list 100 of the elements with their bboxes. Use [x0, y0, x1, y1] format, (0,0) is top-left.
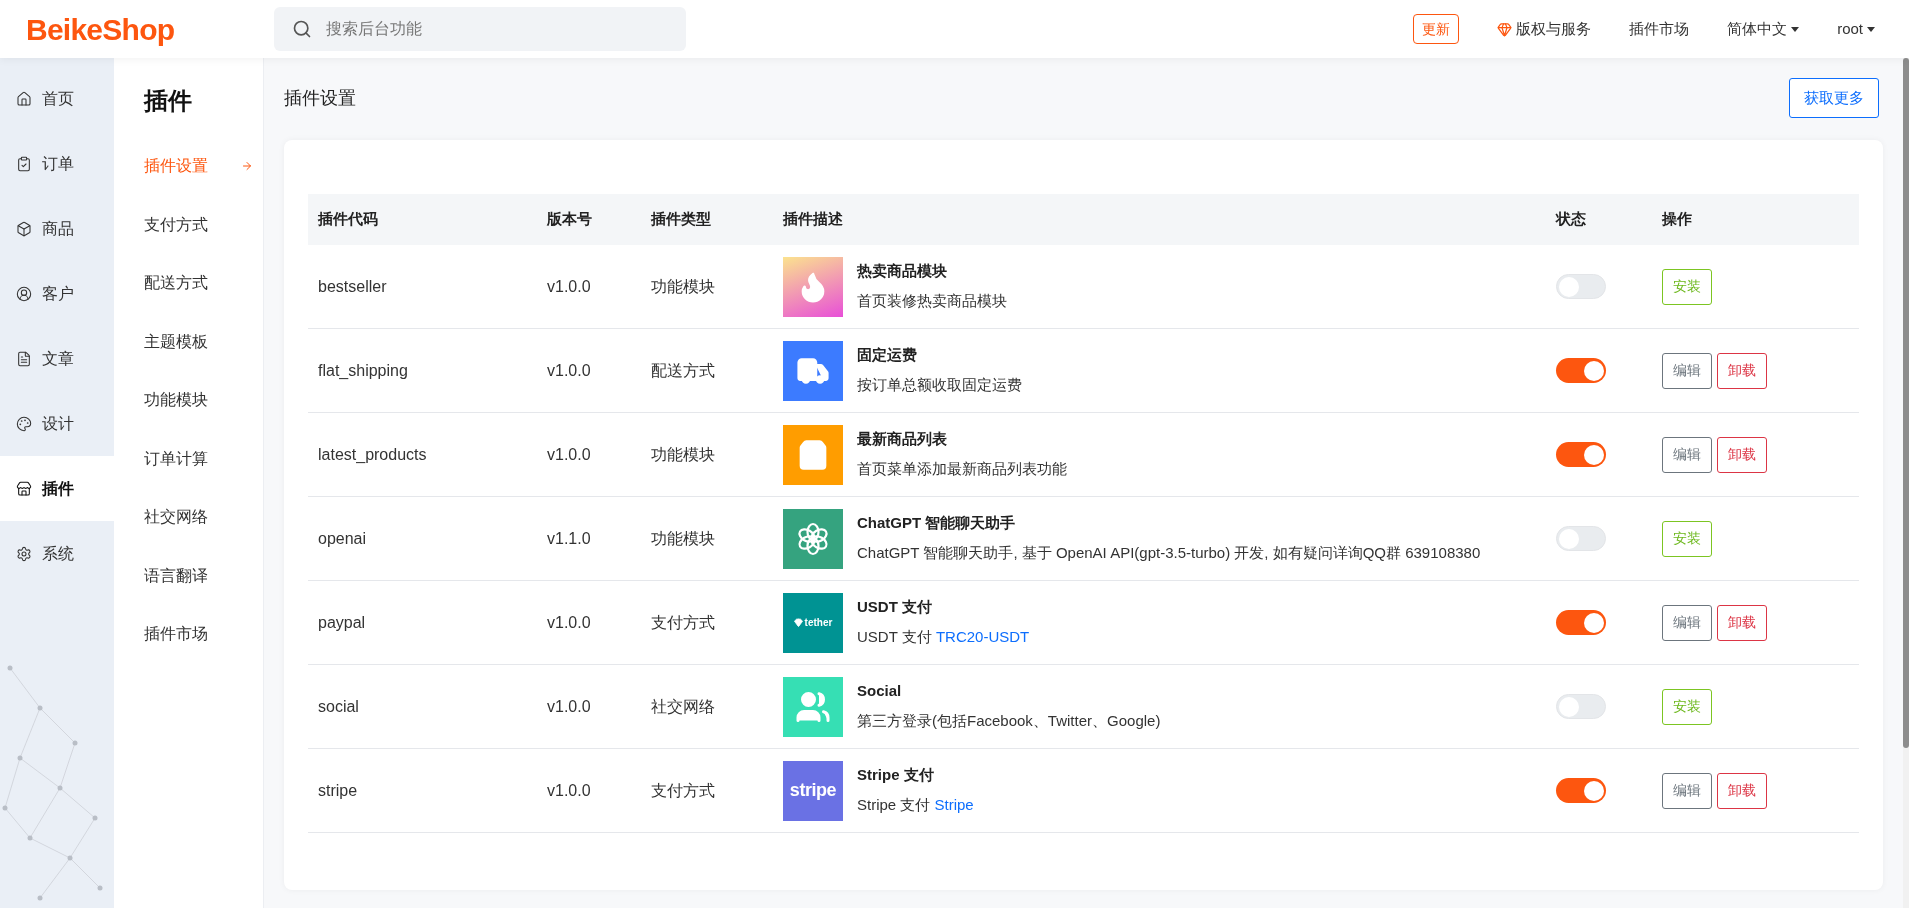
uninstall-button[interactable]: 卸载	[1717, 604, 1767, 641]
submenu-item[interactable]: 订单计算	[144, 429, 253, 488]
sidebar-item[interactable]: 设计	[0, 391, 114, 456]
clipboard-icon	[16, 155, 32, 172]
dropdown-button[interactable]: 简体中文	[1727, 17, 1800, 41]
status-toggle[interactable]	[1556, 358, 1606, 383]
table-cell-text: 配送方式	[650, 360, 716, 381]
plugin-description: Stripe 支付 Stripe	[857, 794, 974, 815]
edit-button[interactable]: 编辑	[1662, 604, 1712, 641]
header-link[interactable]: 插件市场	[1629, 17, 1690, 41]
submenu-item[interactable]: 主题模板	[144, 312, 253, 371]
status-toggle[interactable]	[1556, 442, 1606, 467]
table-cell-text: v1.0.0	[546, 360, 592, 381]
store-icon	[16, 480, 32, 497]
plugin-logo: stripe	[783, 760, 843, 821]
sidebar-item[interactable]: 商品	[0, 196, 114, 261]
edit-button[interactable]: 编辑	[1662, 436, 1712, 473]
table-cell-text: social	[317, 696, 360, 717]
table-cell-text: v1.1.0	[546, 528, 592, 549]
section-title: 插件	[144, 86, 193, 116]
sidebar-item[interactable]: 系统	[0, 521, 114, 586]
plugin-name: Social	[857, 681, 903, 702]
sidebar-item[interactable]: 插件	[0, 456, 114, 521]
plugin-description: 按订单总额收取固定运费	[857, 374, 1022, 395]
table-cell-text: bestseller	[317, 276, 388, 297]
sidebar-item[interactable]: 订单	[0, 131, 114, 196]
submenu-item[interactable]: 语言翻译	[144, 546, 253, 605]
column-header: 插件类型	[650, 209, 712, 230]
arrow-right-icon	[241, 160, 253, 173]
table-cell-text: 社交网络	[650, 696, 716, 717]
edit-button[interactable]: 编辑	[1662, 772, 1712, 809]
column-header: 状态	[1554, 209, 1587, 230]
table-cell-text: 功能模块	[650, 276, 716, 297]
status-toggle[interactable]	[1556, 778, 1606, 803]
page-title: 插件设置	[284, 86, 356, 110]
user-circle-icon	[16, 285, 32, 302]
table-cell-text: v1.0.0	[546, 696, 592, 717]
search-field[interactable]: 搜索后台功能	[274, 7, 686, 51]
column-header: 插件描述	[782, 209, 844, 230]
table-cell-text: v1.0.0	[546, 612, 592, 633]
description-link[interactable]: Stripe	[934, 795, 974, 813]
dropdown-button[interactable]: root	[1837, 17, 1875, 41]
header-link[interactable]: 版权与服务	[1516, 17, 1592, 41]
submenu-item[interactable]: 插件市场	[144, 605, 253, 664]
plugin-name: Stripe 支付	[857, 765, 935, 786]
status-toggle[interactable]	[1556, 694, 1606, 719]
uninstall-button[interactable]: 卸载	[1717, 772, 1767, 809]
plugin-name: USDT 支付	[857, 597, 933, 618]
plugin-description: 第三方登录(包括Facebook、Twitter、Google)	[857, 710, 1161, 731]
description-link[interactable]: TRC20-USDT	[935, 627, 1030, 645]
table-cell-text: v1.0.0	[546, 780, 592, 801]
document-icon	[16, 350, 32, 367]
palette-icon	[16, 415, 32, 432]
bag-icon	[797, 438, 829, 471]
table-cell-text: 功能模块	[650, 528, 716, 549]
plugin-name: 热卖商品模块	[857, 261, 948, 282]
table-cell-text: openai	[317, 528, 368, 549]
knot-icon	[795, 520, 831, 557]
plugin-description: 首页菜单添加最新商品列表功能	[857, 458, 1067, 479]
table-cell-text: v1.0.0	[546, 276, 592, 297]
edit-button[interactable]: 编辑	[1662, 352, 1712, 389]
submenu-item[interactable]: 社交网络	[144, 488, 253, 547]
table-cell-text: v1.0.0	[546, 444, 592, 465]
caret-icon	[1791, 26, 1800, 32]
submenu-item[interactable]: 配送方式	[144, 254, 253, 313]
search-icon	[292, 19, 312, 39]
plugin-description: ChatGPT 智能聊天助手, 基于 OpenAI API(gpt-3.5-turbo) 开发, 如有疑问详询QQ群 639108380	[857, 542, 1481, 563]
sidebar-item[interactable]: 客户	[0, 261, 114, 326]
plugin-name: 最新商品列表	[857, 429, 948, 450]
submenu-item[interactable]: 支付方式	[144, 195, 253, 254]
table-cell-text: paypal	[317, 612, 367, 633]
plugin-name: 固定运费	[857, 345, 918, 366]
table-cell-text: 支付方式	[650, 780, 716, 801]
plugin-description: USDT 支付 TRC20-USDT	[857, 626, 1030, 647]
get-more-button[interactable]: 获取更多	[1789, 78, 1879, 118]
scrollbar-thumb[interactable]	[1903, 58, 1909, 748]
gem-icon	[1497, 21, 1513, 37]
uninstall-button[interactable]: 卸载	[1717, 436, 1767, 473]
column-header: 版本号	[546, 209, 593, 230]
logo: BeikeShop	[26, 11, 176, 48]
submenu-item[interactable]: 功能模块	[144, 371, 253, 430]
plugin-name: ChatGPT 智能聊天助手	[857, 513, 1017, 534]
gem-icon	[793, 618, 803, 627]
table-cell-text: flat_shipping	[317, 360, 409, 381]
logo-wordmark: tether	[804, 616, 833, 630]
status-toggle[interactable]	[1556, 610, 1606, 635]
sidebar-item[interactable]: 文章	[0, 326, 114, 391]
table-cell-text: stripe	[317, 780, 359, 801]
sidebar-item[interactable]: 首页	[0, 66, 114, 131]
home-icon	[16, 90, 32, 107]
settings-icon	[16, 545, 32, 562]
caret-icon	[1867, 26, 1875, 32]
table-cell-text: latest_products	[317, 444, 428, 465]
status-toggle[interactable]	[1556, 526, 1606, 551]
column-header: 插件代码	[317, 209, 379, 230]
table-cell-text: 功能模块	[650, 444, 716, 465]
column-header: 操作	[1661, 209, 1693, 230]
uninstall-button[interactable]: 卸载	[1717, 352, 1767, 389]
box-icon	[16, 220, 32, 237]
status-toggle[interactable]	[1556, 274, 1606, 299]
